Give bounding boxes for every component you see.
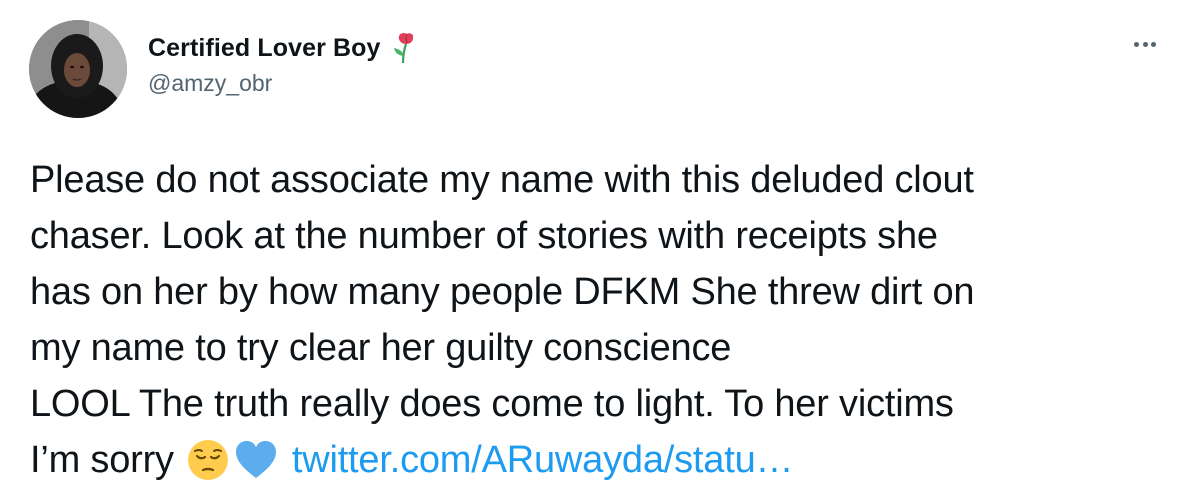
wilted-rose-icon [391, 32, 417, 64]
blue-heart-icon [234, 438, 278, 482]
author-info: Certified Lover Boy @amzy_obr [148, 30, 417, 97]
more-dot [1142, 41, 1148, 47]
more-dot [1134, 41, 1139, 47]
more-horizontal-icon[interactable] [1128, 34, 1162, 54]
tweet-card: Certified Lover Boy @amzy_obr Please do … [0, 0, 1182, 500]
display-name[interactable]: Certified Lover Boy [148, 34, 381, 63]
tweet-text-end: I’m sorry [30, 438, 174, 481]
tweet-text-last-line: I’m sorry twitter.com/ARuwayda/statu… [30, 432, 794, 488]
more-dot [1151, 41, 1156, 47]
tweet-link[interactable]: twitter.com/ARuwayda/statu… [292, 439, 794, 482]
display-name-row: Certified Lover Boy [148, 30, 417, 66]
tweet-text: Please do not associate my name with thi… [30, 159, 975, 425]
avatar[interactable] [29, 20, 127, 118]
handle[interactable]: @amzy_obr [148, 70, 417, 97]
pensive-face-icon [186, 438, 230, 482]
